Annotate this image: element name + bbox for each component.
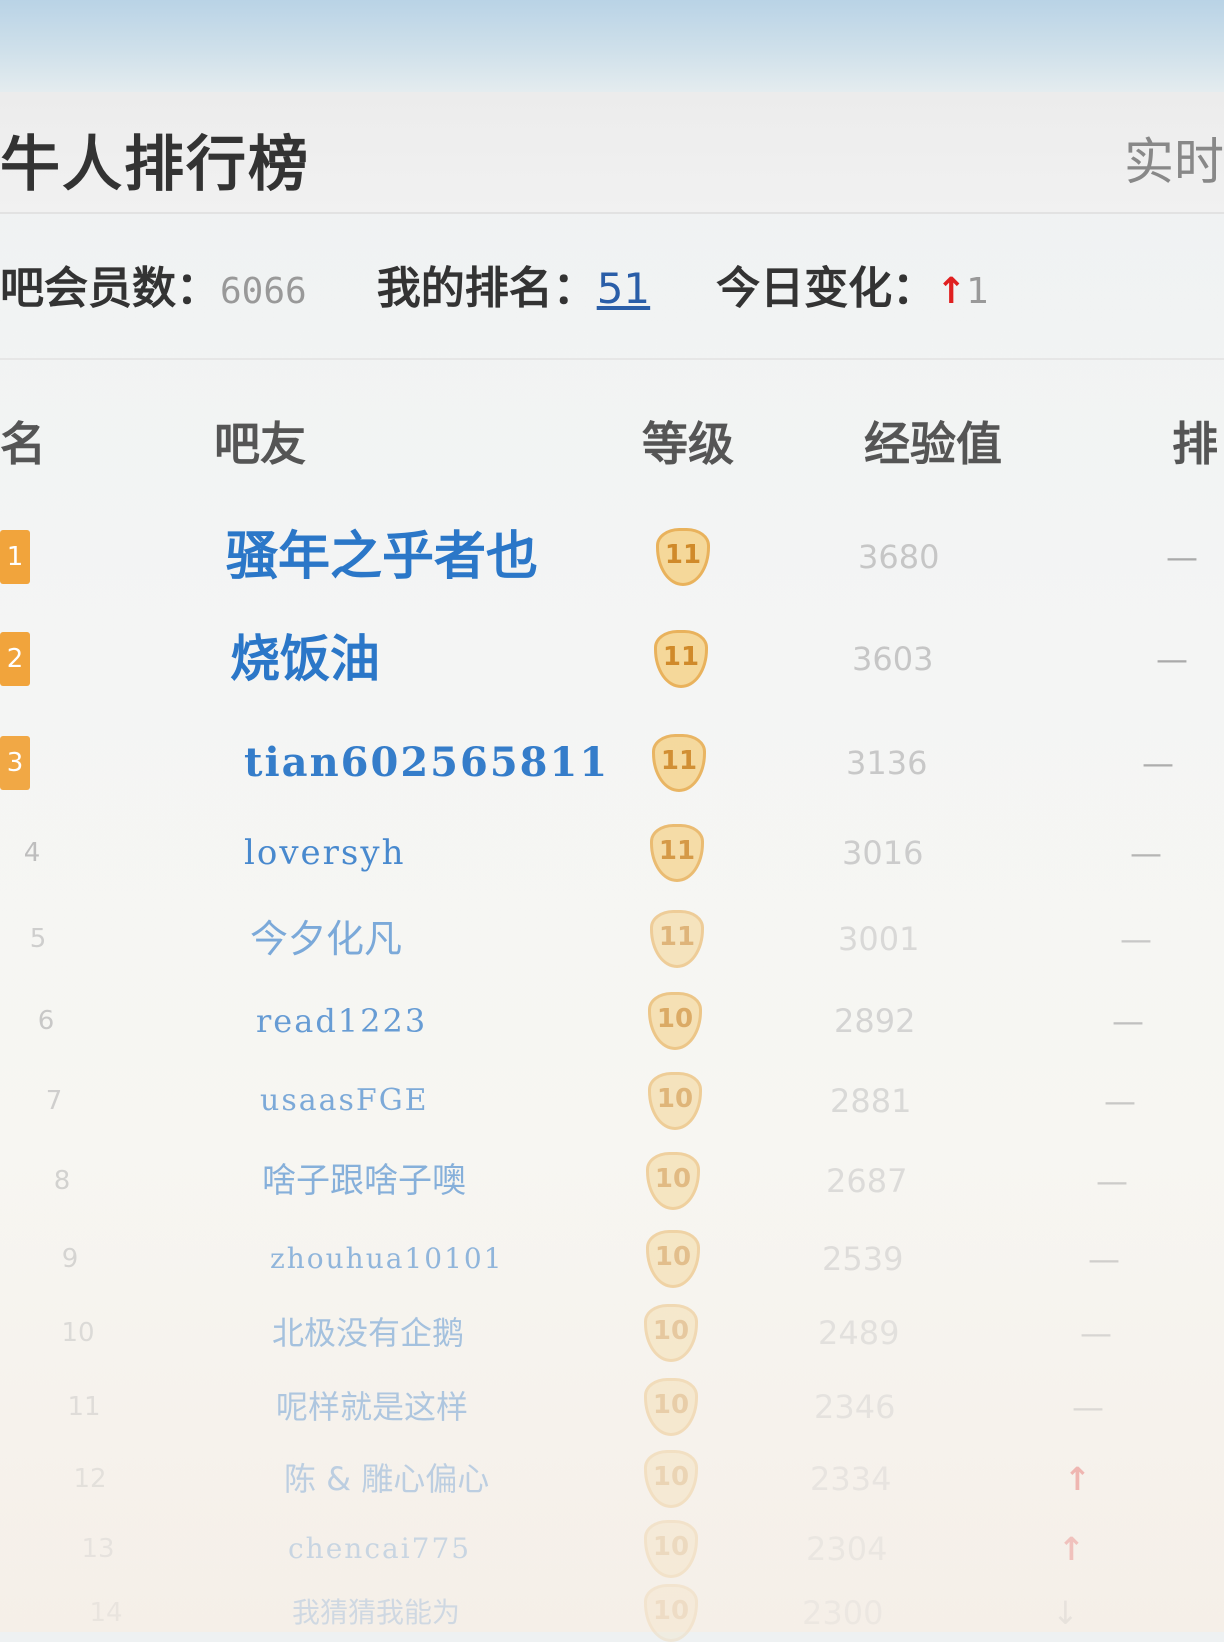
- rank-number: 5: [29, 924, 47, 954]
- level-badge-icon: 10: [644, 1584, 698, 1642]
- members-label: 吧会员数：: [0, 263, 220, 314]
- rank-change-indicator: —: [1130, 834, 1162, 872]
- up-arrow-icon: ↑: [936, 271, 967, 312]
- rank-number: 1: [0, 530, 30, 584]
- level-badge-icon: 10: [648, 1072, 702, 1130]
- level-badge-icon: 11: [650, 910, 704, 968]
- level-badge-icon: 10: [646, 1230, 700, 1288]
- member-name-link[interactable]: 陈 & 雕心偏心: [284, 1452, 489, 1506]
- rank-change-indicator: —: [1096, 1162, 1128, 1200]
- stats-divider: [0, 358, 1224, 360]
- member-name-link[interactable]: loversyh: [244, 826, 405, 880]
- member-name-link[interactable]: 今夕化凡: [250, 912, 402, 966]
- member-name-link[interactable]: zhouhua10101: [270, 1232, 504, 1286]
- experience-value: 3680: [858, 538, 940, 576]
- level-badge-icon: 11: [654, 630, 708, 688]
- page-title: 牛人排行榜: [0, 130, 310, 200]
- rank-change-indicator: —: [1156, 640, 1188, 678]
- level-badge-icon: 10: [644, 1450, 698, 1508]
- browser-top-strip: [0, 0, 1224, 92]
- today-change-value: 1: [966, 271, 990, 312]
- experience-value: 3001: [838, 920, 920, 958]
- level-number: 10: [652, 1462, 690, 1492]
- rank-number: 13: [81, 1534, 115, 1564]
- rank-number: 11: [67, 1392, 101, 1422]
- rank-up-icon: ↑: [1058, 1530, 1085, 1568]
- level-number: 11: [658, 922, 696, 952]
- level-number: 10: [652, 1390, 690, 1420]
- member-name-link[interactable]: usaasFGE: [260, 1074, 429, 1128]
- level-number: 10: [652, 1532, 690, 1562]
- level-badge-icon: 11: [650, 824, 704, 882]
- experience-value: 2892: [834, 1002, 916, 1040]
- my-rank-link[interactable]: 51: [597, 264, 650, 313]
- experience-value: 2539: [822, 1240, 904, 1278]
- rank-number: 12: [73, 1464, 107, 1494]
- rank-number: 9: [61, 1244, 79, 1274]
- member-name-link[interactable]: read1223: [256, 994, 427, 1048]
- rank-change-indicator: —: [1080, 1314, 1112, 1352]
- level-number: 10: [652, 1316, 690, 1346]
- experience-value: 3136: [846, 744, 928, 782]
- member-name-link[interactable]: 呢样就是这样: [276, 1380, 468, 1434]
- level-badge-icon: 10: [648, 992, 702, 1050]
- rank-number: 4: [23, 838, 41, 868]
- members-count: 6066: [220, 271, 307, 312]
- stats-bar: 吧会员数：6066 我的排名：51 今日变化：↑1: [0, 252, 1224, 322]
- level-number: 10: [656, 1084, 694, 1114]
- rank-number: 3: [0, 736, 30, 790]
- level-badge-icon: 10: [644, 1378, 698, 1436]
- rank-up-icon: ↑: [1064, 1460, 1091, 1498]
- rank-change-indicator: —: [1120, 920, 1152, 958]
- level-badge-icon: 11: [652, 734, 706, 792]
- level-badge-icon: 10: [644, 1520, 698, 1578]
- rank-change-indicator: —: [1112, 1002, 1144, 1040]
- experience-value: 3016: [842, 834, 924, 872]
- column-header-member: 吧友: [214, 417, 306, 471]
- experience-value: 2489: [818, 1314, 900, 1352]
- member-name-link[interactable]: 骚年之乎者也: [226, 530, 538, 584]
- rank-number: 7: [45, 1086, 63, 1116]
- my-rank-label: 我的排名：: [376, 263, 597, 314]
- rank-change-indicator: —: [1142, 744, 1174, 782]
- member-name-link[interactable]: 北极没有企鹅: [272, 1306, 464, 1360]
- column-header-trend: 排: [1172, 417, 1218, 471]
- realtime-tab[interactable]: 实时: [1124, 122, 1224, 194]
- rank-change-indicator: —: [1104, 1082, 1136, 1120]
- level-number: 10: [656, 1004, 694, 1034]
- rank-number: 6: [37, 1006, 55, 1036]
- level-number: 11: [662, 642, 700, 672]
- experience-value: 2334: [810, 1460, 892, 1498]
- rank-change-indicator: —: [1166, 538, 1198, 576]
- level-number: 11: [660, 746, 698, 776]
- member-name-link[interactable]: tian602565811: [244, 736, 609, 790]
- rank-number: 8: [53, 1166, 71, 1196]
- level-badge-icon: 10: [644, 1304, 698, 1362]
- experience-value: 2346: [814, 1388, 896, 1426]
- experience-value: 2881: [830, 1082, 912, 1120]
- column-header-rank: 名: [0, 417, 46, 471]
- rank-change-indicator: —: [1088, 1240, 1120, 1278]
- level-number: 10: [652, 1596, 690, 1626]
- today-change-label: 今日变化：: [716, 263, 937, 314]
- column-header-exp: 经验值: [864, 417, 1002, 471]
- rank-number: 2: [0, 632, 30, 686]
- member-name-link[interactable]: 烧饭油: [230, 632, 380, 686]
- level-number: 10: [654, 1242, 692, 1272]
- level-badge-icon: 11: [656, 528, 710, 586]
- rank-change-indicator: —: [1072, 1388, 1104, 1426]
- column-header-level: 等级: [642, 417, 734, 471]
- rank-number: 10: [61, 1318, 95, 1348]
- member-name-link[interactable]: 啥子跟啥子噢: [262, 1154, 466, 1208]
- level-number: 11: [664, 540, 702, 570]
- member-name-link[interactable]: chencai775: [288, 1522, 471, 1576]
- level-badge-icon: 10: [646, 1152, 700, 1210]
- experience-value: 2304: [806, 1530, 888, 1568]
- experience-value: 3603: [852, 640, 934, 678]
- level-number: 11: [658, 836, 696, 866]
- level-number: 10: [654, 1164, 692, 1194]
- leaderboard-header: 牛人排行榜 实时: [0, 92, 1224, 214]
- experience-value: 2687: [826, 1162, 908, 1200]
